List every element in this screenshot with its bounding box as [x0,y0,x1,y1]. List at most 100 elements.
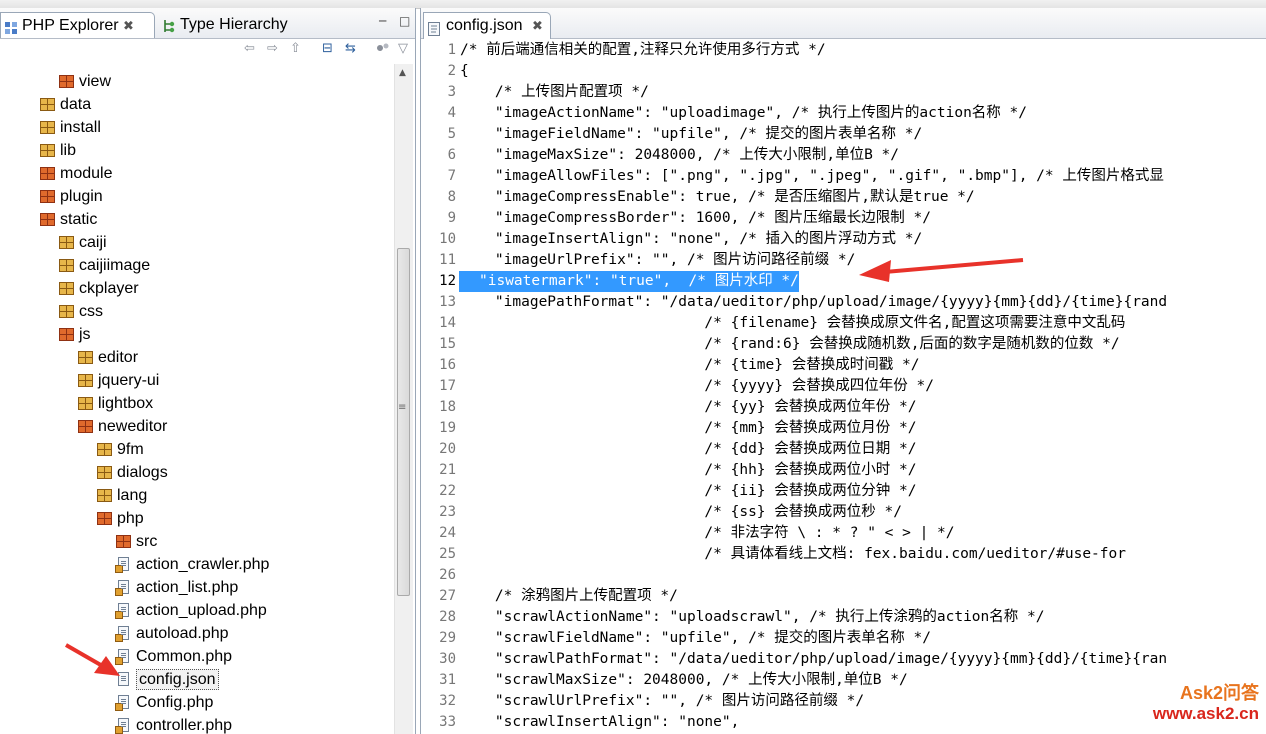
code-line[interactable]: 2{ [421,61,1266,82]
code-line-selected[interactable]: 12 "iswatermark": "true", /* 图片水印 */ [421,271,1266,292]
code-line[interactable]: 26 [421,565,1266,586]
collapse-all-icon[interactable]: ⊟ [322,41,333,56]
close-icon[interactable]: ✖ [532,13,543,39]
code-editor[interactable]: 1/* 前后端通信相关的配置,注释只允许使用多行方式 */2{3 /* 上传图片… [421,40,1266,734]
tree-folder[interactable]: lang [0,485,394,507]
code-line[interactable]: 7 "imageAllowFiles": [".png", ".jpg", ".… [421,166,1266,187]
code-line[interactable]: 5 "imageFieldName": "upfile", /* 提交的图片表单… [421,124,1266,145]
code-text: /* {mm} 会替换成两位月份 */ [460,420,917,436]
tree-folder[interactable]: neweditor [0,416,394,438]
line-number: 9 [447,210,456,226]
code-line[interactable]: 3 /* 上传图片配置项 */ [421,82,1266,103]
code-line[interactable]: 22 /* {ii} 会替换成两位分钟 */ [421,481,1266,502]
tree-folder[interactable]: css [0,301,394,323]
code-line[interactable]: 23 /* {ss} 会替换成两位秒 */ [421,502,1266,523]
package-icon [78,397,93,410]
code-line[interactable]: 15 /* {rand:6} 会替换成随机数,后面的数字是随机数的位数 */ [421,334,1266,355]
code-line[interactable]: 1/* 前后端通信相关的配置,注释只允许使用多行方式 */ [421,40,1266,61]
scrollbar-thumb[interactable] [397,248,410,596]
code-line[interactable]: 28 "scrawlActionName": "uploadscrawl", /… [421,607,1266,628]
tree-folder[interactable]: dialogs [0,462,394,484]
code-line[interactable]: 20 /* {dd} 会替换成两位日期 */ [421,439,1266,460]
code-line[interactable]: 8 "imageCompressEnable": true, /* 是否压缩图片… [421,187,1266,208]
tree-item-label: view [79,73,112,90]
code-line[interactable]: 31 "scrawlMaxSize": 2048000, /* 上传大小限制,单… [421,670,1266,691]
tab-php-explorer[interactable]: PHP Explorer ✖ [0,12,155,38]
close-icon[interactable]: ✖ [123,13,134,39]
view-menu-icon[interactable]: ▽ [398,41,408,56]
tree-folder[interactable]: lightbox [0,393,394,415]
tree-file[interactable]: autoload.php [0,623,394,645]
php-file-icon [115,580,129,596]
tree-item-label: css [79,303,103,320]
tree-folder[interactable]: src [0,531,394,553]
annotation-arrow-tree [65,643,120,676]
tree-folder[interactable]: caijiimage [0,255,394,277]
code-line[interactable]: 6 "imageMaxSize": 2048000, /* 上传大小限制,单位B… [421,145,1266,166]
tree-folder[interactable]: ckplayer [0,278,394,300]
tree-folder[interactable]: php [0,508,394,530]
php-file-icon [115,557,129,573]
tree-folder[interactable]: jquery-ui [0,370,394,392]
maximize-icon[interactable]: □ [399,14,410,28]
filters-icon[interactable] [376,41,390,59]
tree-folder[interactable]: 9fm [0,439,394,461]
tree-folder[interactable]: lib [0,140,394,162]
tab-type-hierarchy[interactable]: Type Hierarchy [160,12,295,38]
tree-folder[interactable]: editor [0,347,394,369]
tree-folder[interactable]: module [0,163,394,185]
tree-scrollbar[interactable]: ▲ ≡ [394,64,413,734]
tree-file[interactable]: Config.php [0,692,394,714]
back-icon[interactable]: ⇦ [244,41,255,56]
tree-folder[interactable]: js [0,324,394,346]
tree-folder[interactable]: data [0,94,394,116]
line-number: 12 [439,273,456,289]
code-line[interactable]: 32 "scrawlUrlPrefix": "", /* 图片访问路径前缀 */ [421,691,1266,712]
up-icon[interactable]: ⇧ [290,41,301,56]
line-number: 30 [439,651,456,667]
tab-config-json[interactable]: config.json ✖ [423,12,551,39]
tree-folder[interactable]: view [0,71,394,93]
tree-file[interactable]: action_crawler.php [0,554,394,576]
tree-folder[interactable]: install [0,117,394,139]
tree-item-label: neweditor [98,418,168,435]
code-line[interactable]: 29 "scrawlFieldName": "upfile", /* 提交的图片… [421,628,1266,649]
tree-folder[interactable]: static [0,209,394,231]
php-file-icon [115,695,129,711]
code-text: /* {filename} 会替换成原文件名,配置这项需要注意中文乱码 [460,315,1126,331]
scroll-up-icon[interactable]: ▲ [399,68,406,78]
code-line[interactable]: 25 /* 具请体看线上文档: fex.baidu.com/ueditor/#u… [421,544,1266,565]
code-line[interactable]: 9 "imageCompressBorder": 1600, /* 图片压缩最长… [421,208,1266,229]
code-line[interactable]: 16 /* {time} 会替换成时间戳 */ [421,355,1266,376]
code-line[interactable]: 4 "imageActionName": "uploadimage", /* 执… [421,103,1266,124]
code-line[interactable]: 11 "imageUrlPrefix": "", /* 图片访问路径前缀 */ [421,250,1266,271]
package-icon [78,351,93,364]
explorer-toolbar: ⇦ ⇨ ⇧ ⊟ ⇆ ▽ [0,39,415,61]
tree-folder[interactable]: caiji [0,232,394,254]
code-line[interactable]: 14 /* {filename} 会替换成原文件名,配置这项需要注意中文乱码 [421,313,1266,334]
tree-file[interactable]: action_upload.php [0,600,394,622]
tree-file[interactable]: action_list.php [0,577,394,599]
tree-folder[interactable]: plugin [0,186,394,208]
tree-file[interactable]: Common.php [0,646,394,668]
link-with-editor-icon[interactable]: ⇆ [345,41,356,56]
line-number: 18 [439,399,456,415]
tree-file[interactable]: controller.php [0,715,394,734]
code-line[interactable]: 10 "imageInsertAlign": "none", /* 插入的图片浮… [421,229,1266,250]
code-line[interactable]: 33 "scrawlInsertAlign": "none", [421,712,1266,733]
tree-file[interactable]: config.json [0,669,394,691]
minimize-icon[interactable]: ─ [379,14,386,28]
code-line[interactable]: 24 /* 非法字符 \ : * ? " < > | */ [421,523,1266,544]
code-text: /* 非法字符 \ : * ? " < > | */ [460,525,955,541]
code-line[interactable]: 18 /* {yy} 会替换成两位年份 */ [421,397,1266,418]
package-icon [40,144,55,157]
code-line[interactable]: 19 /* {mm} 会替换成两位月份 */ [421,418,1266,439]
forward-icon[interactable]: ⇨ [267,41,278,56]
code-line[interactable]: 21 /* {hh} 会替换成两位小时 */ [421,460,1266,481]
code-line[interactable]: 27 /* 涂鸦图片上传配置项 */ [421,586,1266,607]
code-line[interactable]: 30 "scrawlPathFormat": "/data/ueditor/ph… [421,649,1266,670]
code-line[interactable]: 17 /* {yyyy} 会替换成四位年份 */ [421,376,1266,397]
line-number: 31 [439,672,456,688]
code-text: /* {ss} 会替换成两位秒 */ [460,504,902,520]
code-line[interactable]: 13 "imagePathFormat": "/data/ueditor/php… [421,292,1266,313]
